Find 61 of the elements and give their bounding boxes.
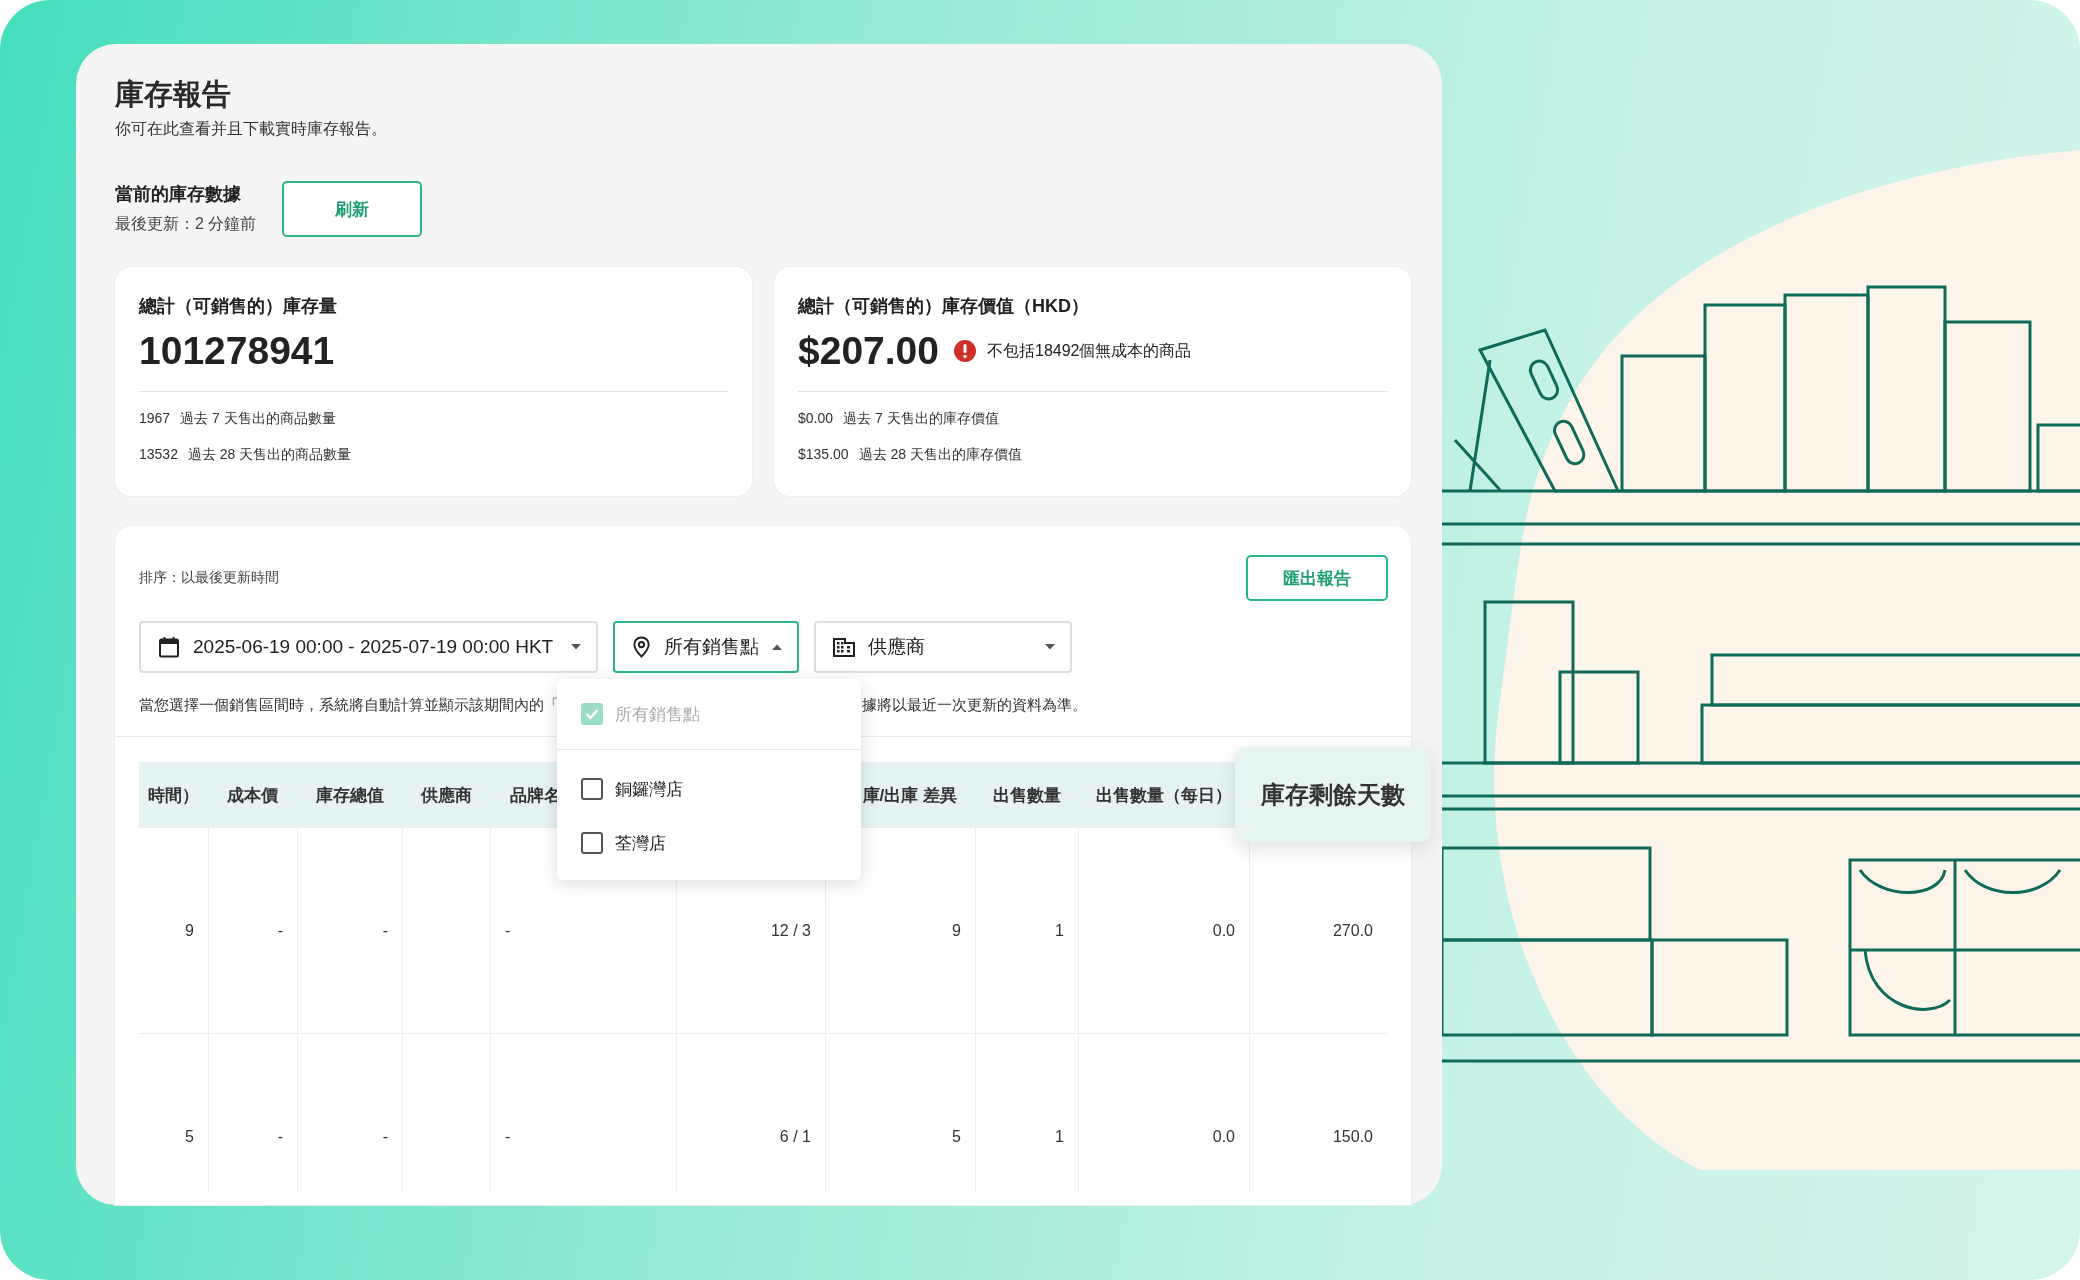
table-cell: 1 xyxy=(1055,1127,1064,1146)
table-cell: 5 xyxy=(185,1127,194,1146)
stat-value: $207.00 xyxy=(798,329,939,373)
filter-dropdown[interactable]: 供應商 xyxy=(814,621,1072,673)
last-updated: 最後更新：2 分鐘前 xyxy=(115,214,257,234)
caret-icon xyxy=(570,643,582,651)
map-pin-icon xyxy=(631,635,652,659)
warning-text: 不包括18492個無成本的商品 xyxy=(987,340,1192,361)
table-cell: 12 / 3 xyxy=(770,921,811,940)
page-subtitle: 你可在此查看并且下載實時庫存報告。 xyxy=(115,119,388,139)
table-cell: - xyxy=(277,921,283,940)
table-cell: - xyxy=(505,921,511,940)
table-cell: 1 xyxy=(1055,921,1064,940)
table-cell: 9 xyxy=(185,921,194,940)
page-title: 庫存報告 xyxy=(115,77,232,112)
menu-option[interactable]: 荃灣店 xyxy=(557,816,861,870)
stat-line-label: 過去 7 天售出的庫存價值 xyxy=(843,409,999,428)
table-cell: 6 / 1 xyxy=(779,1127,811,1146)
table-cell: - xyxy=(505,1127,511,1146)
stat-line-value: $0.00 xyxy=(798,409,834,428)
caret-icon xyxy=(771,643,783,651)
table-cell: - xyxy=(277,1127,283,1146)
stat-title: 總計（可銷售的）庫存價值（HKD） xyxy=(798,295,1090,318)
column-header: 時間） xyxy=(148,784,199,807)
table-cell: 5 xyxy=(952,1127,961,1146)
stat-value: 101278941 xyxy=(139,329,335,373)
table-cell: 150.0 xyxy=(1332,1127,1373,1146)
stat-line-label: 過去 28 天售出的商品數量 xyxy=(187,445,352,464)
checkbox[interactable] xyxy=(581,778,603,800)
table-cell: - xyxy=(382,1127,388,1146)
stat-title: 總計（可銷售的）庫存量 xyxy=(139,295,338,318)
table-cell: - xyxy=(382,921,388,940)
filter-dropdown[interactable]: 2025-06-19 00:00 - 2025-07-19 00:00 HKT xyxy=(139,621,598,673)
table-cell: 270.0 xyxy=(1332,921,1373,940)
checkmark-icon xyxy=(585,708,599,720)
column-header: 出售數量（每日） xyxy=(1095,784,1232,807)
table-cell: 0.0 xyxy=(1212,921,1235,940)
column-header: 供應商 xyxy=(420,784,472,807)
stat-line-label: 過去 7 天售出的商品數量 xyxy=(180,409,336,428)
column-header: 出售數量 xyxy=(992,784,1061,807)
column-header: 庫/出庫 差異 xyxy=(862,784,957,807)
stat-line-value: $135.00 xyxy=(798,445,849,464)
note-text: 當您選擇一個銷售區間時，系統將自動計算並顯示該期間內的「 xyxy=(139,696,560,715)
warning-icon xyxy=(953,339,977,363)
note-text: 據將以最近一次更新的資料為準。 xyxy=(862,696,1087,715)
stat-line-value: 13532 xyxy=(139,445,178,464)
section-label: 當前的庫存數據 xyxy=(115,183,242,206)
calendar-icon xyxy=(157,635,181,659)
stat-line-label: 過去 28 天售出的庫存價值 xyxy=(858,445,1022,464)
column-header: 庫存總值 xyxy=(315,784,384,807)
stat-line-value: 1967 xyxy=(139,409,171,428)
pinned-column-header: 庫存剩餘天數 xyxy=(1235,747,1431,842)
building-icon xyxy=(832,635,856,659)
sort-label: 排序：以最後更新時間 xyxy=(139,569,279,587)
table-cell: 9 xyxy=(952,921,961,940)
filter-dropdown[interactable]: 所有銷售點 xyxy=(613,621,799,673)
caret-icon xyxy=(1044,643,1056,651)
table-cell: 0.0 xyxy=(1212,1127,1235,1146)
menu-option[interactable]: 銅鑼灣店 xyxy=(557,762,861,816)
column-header: 成本價 xyxy=(227,784,278,807)
checkbox[interactable] xyxy=(581,832,603,854)
